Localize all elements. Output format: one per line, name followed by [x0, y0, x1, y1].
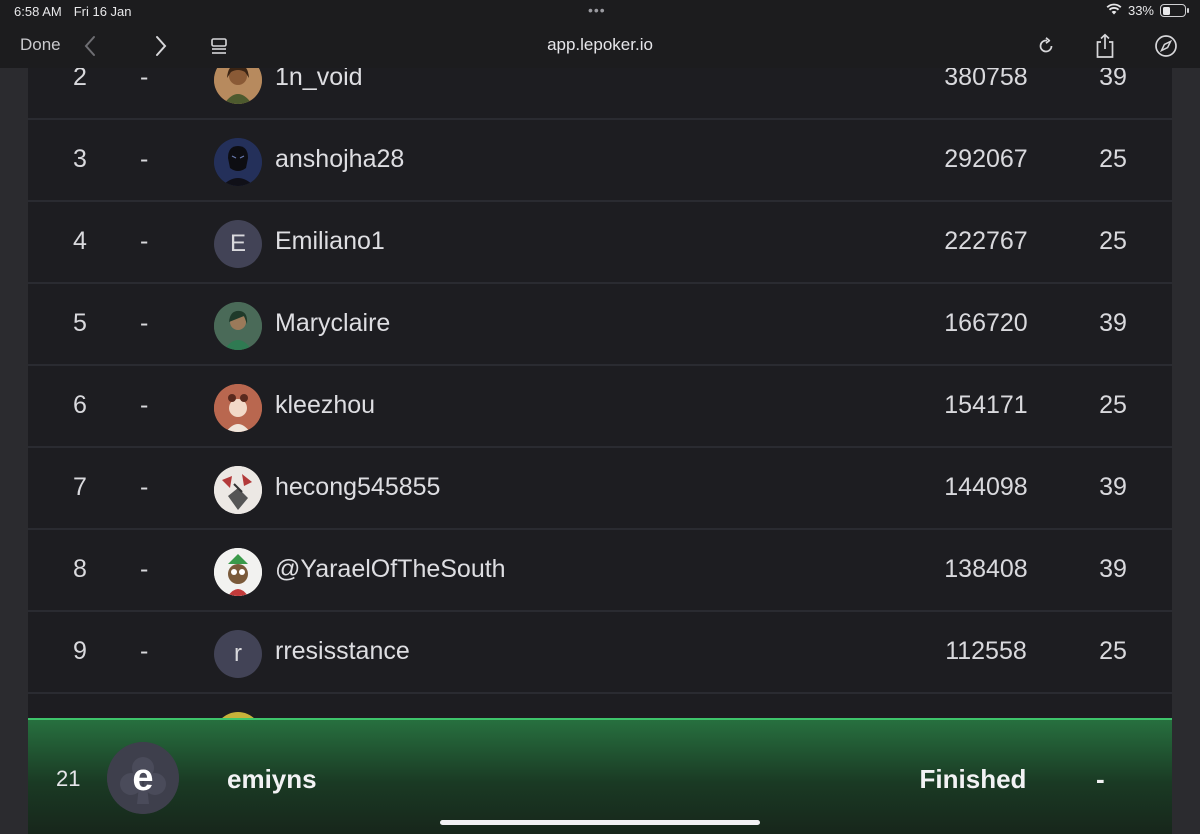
row-score: 166720	[944, 309, 1028, 337]
row-count: 39	[1099, 68, 1127, 91]
row-count: 39	[1099, 473, 1127, 501]
row-score: 144098	[944, 473, 1028, 501]
avatar	[214, 548, 262, 596]
row-rank: 8	[73, 555, 87, 583]
status-date: Fri 16 Jan	[73, 4, 132, 19]
current-user-avatar: e	[107, 742, 179, 814]
forward-icon[interactable]	[147, 32, 175, 60]
avatar: r	[214, 630, 262, 678]
row-name: kleezhou	[275, 391, 376, 419]
avatar	[214, 466, 262, 514]
table-row[interactable]: 5 - Maryclaire 166720 39	[28, 286, 1172, 366]
row-name: Emiliano1	[275, 227, 385, 255]
current-user-status: Finished	[919, 764, 1027, 794]
row-rank: 2	[73, 68, 87, 91]
table-row[interactable]: 2 - 1n_void 380758 39	[28, 68, 1172, 120]
row-name: rresisstance	[275, 637, 410, 665]
row-count: 25	[1099, 227, 1127, 255]
browser-toolbar: Done app.lepoker.io	[0, 24, 1200, 68]
row-change: -	[140, 227, 149, 255]
row-rank: 3	[73, 145, 87, 173]
status-right: 33%	[1106, 3, 1189, 18]
row-rank: 7	[73, 473, 87, 501]
row-change: -	[140, 555, 149, 583]
row-score: 222767	[944, 227, 1028, 255]
row-name: hecong545855	[275, 473, 441, 501]
row-change: -	[140, 637, 149, 665]
table-row[interactable]: 6 - kleezhou 154171 25	[28, 368, 1172, 448]
avatar	[214, 302, 262, 350]
reader-menu-icon[interactable]	[205, 32, 233, 60]
row-score: 380758	[944, 68, 1028, 91]
row-rank: 4	[73, 227, 87, 255]
avatar: E	[214, 220, 262, 268]
share-icon[interactable]	[1091, 32, 1119, 60]
row-score: 112558	[945, 637, 1027, 665]
avatar	[214, 384, 262, 432]
multitasking-dots[interactable]: •••	[588, 2, 606, 18]
row-rank: 6	[73, 391, 87, 419]
row-change: -	[140, 145, 149, 173]
row-change: -	[140, 309, 149, 337]
table-row[interactable]: 4 - E Emiliano1 222767 25	[28, 204, 1172, 284]
avatar	[214, 68, 262, 104]
row-score: 138408	[944, 555, 1028, 583]
row-rank: 5	[73, 309, 87, 337]
wifi-icon	[1106, 3, 1122, 18]
row-count: 25	[1099, 391, 1127, 419]
current-user-rank: 21	[56, 766, 81, 791]
compass-icon[interactable]	[1152, 32, 1180, 60]
table-row[interactable]: 3 - anshojha28 292067 25	[28, 122, 1172, 202]
row-change: -	[140, 473, 149, 501]
battery-percent: 33%	[1127, 3, 1154, 18]
current-user-count: -	[1096, 764, 1105, 794]
reload-icon[interactable]	[1032, 32, 1060, 60]
status-time: 6:58 AM	[14, 4, 62, 19]
row-count: 25	[1099, 145, 1127, 173]
row-count: 39	[1099, 555, 1127, 583]
row-name: 1n_void	[275, 68, 363, 91]
done-button[interactable]: Done	[20, 35, 61, 55]
row-count: 39	[1099, 309, 1127, 337]
battery-icon	[1160, 4, 1189, 17]
current-user-name: emiyns	[227, 764, 317, 794]
avatar	[214, 138, 262, 186]
table-row[interactable]: 8 - @YaraelOfTheSouth 138408 39	[28, 532, 1172, 612]
row-change: -	[140, 391, 149, 419]
row-count: 25	[1099, 637, 1127, 665]
row-rank: 9	[73, 637, 87, 665]
current-user-avatar-letter: e	[132, 756, 154, 799]
row-change: -	[140, 68, 149, 91]
back-icon[interactable]	[76, 32, 104, 60]
status-bar: 6:58 AM Fri 16 Jan ••• 33%	[0, 0, 1200, 24]
row-name: Maryclaire	[275, 309, 391, 337]
row-score: 154171	[944, 391, 1028, 419]
url-field[interactable]: app.lepoker.io	[0, 35, 1200, 55]
table-row[interactable]: 7 - hecong545855 144098 39	[28, 450, 1172, 530]
home-indicator[interactable]	[440, 820, 760, 825]
current-user-bar: 21 e emiyns Finished -	[28, 718, 1172, 834]
row-score: 292067	[944, 145, 1028, 173]
status-left: 6:58 AM Fri 16 Jan	[14, 4, 132, 19]
table-row[interactable]: 9 - r rresisstance 112558 25	[28, 614, 1172, 694]
row-name: anshojha28	[275, 145, 405, 173]
row-name: @YaraelOfTheSouth	[275, 555, 506, 583]
